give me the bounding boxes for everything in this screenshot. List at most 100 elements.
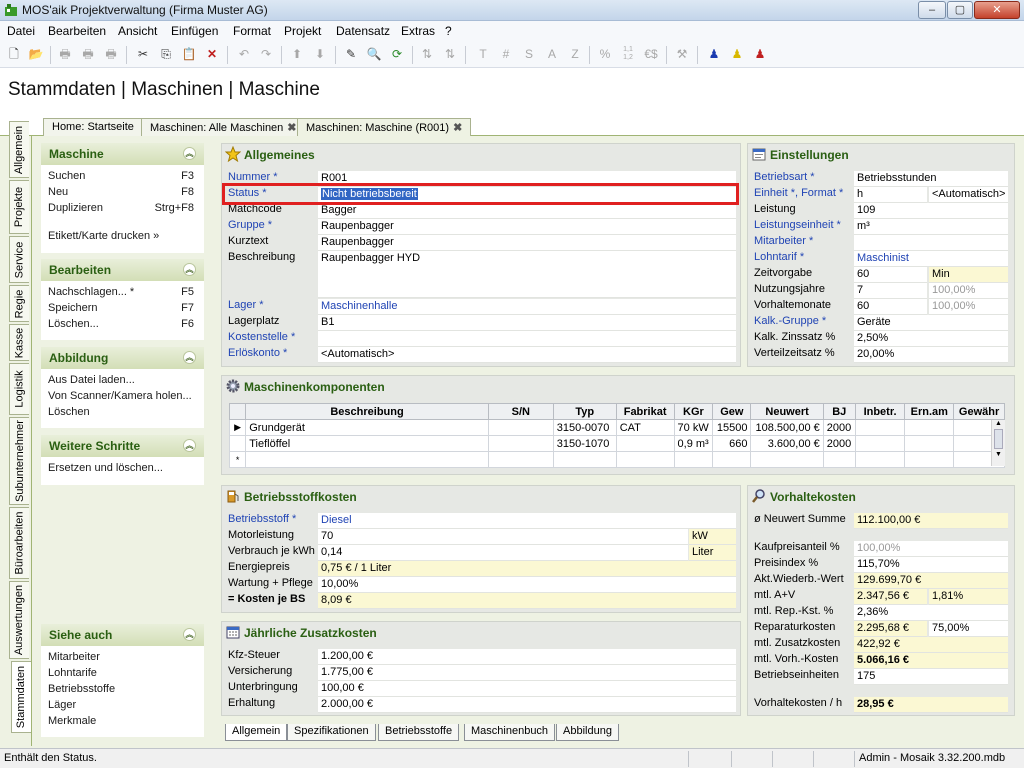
close-button[interactable]: ✕: [974, 1, 1020, 19]
number-format-icon[interactable]: #: [497, 46, 515, 64]
column-header[interactable]: Neuwert: [750, 403, 824, 420]
column-header[interactable]: Gewähr: [953, 403, 1005, 420]
table-cell[interactable]: [750, 451, 824, 468]
tab-all-machines[interactable]: Maschinen: Alle Maschinen ✖: [141, 118, 306, 136]
collapse-icon[interactable]: ︽: [183, 628, 196, 641]
table-cell[interactable]: 108.500,00 €: [750, 419, 824, 436]
column-header[interactable]: Typ: [552, 403, 617, 420]
paste-icon[interactable]: 📋: [180, 46, 198, 64]
nutzungsjahre-field[interactable]: 7: [854, 283, 927, 299]
sidetab-subunternehmer[interactable]: Subunternehmer: [9, 417, 29, 505]
table-cell[interactable]: [904, 451, 955, 468]
edit-icon[interactable]: ✎: [342, 46, 360, 64]
table-cell[interactable]: [904, 435, 955, 452]
minimize-button[interactable]: –: [918, 1, 946, 19]
task-nachschlagen[interactable]: Nachschlagen... * F5: [41, 286, 204, 302]
find-icon[interactable]: 🔍: [365, 46, 383, 64]
row-selector[interactable]: [228, 435, 247, 452]
collapse-icon[interactable]: ︽: [183, 263, 196, 276]
table-cell[interactable]: Grundgerät: [245, 419, 489, 436]
task-neu[interactable]: Neu F8: [41, 186, 204, 202]
menu-ansicht[interactable]: Ansicht: [118, 24, 157, 38]
task-pane-header[interactable]: Abbildung ︽: [41, 347, 204, 369]
table-cell[interactable]: [822, 451, 856, 468]
task-von-scanner-holen[interactable]: Von Scanner/Kamera holen...: [41, 390, 204, 406]
tab-allgemein[interactable]: Allgemein: [225, 724, 288, 741]
sidetab-regie[interactable]: Regie: [9, 285, 29, 322]
tools-icon[interactable]: ⚒: [673, 46, 691, 64]
sidetab-auswertungen[interactable]: Auswertungen: [9, 581, 29, 659]
mitarbeiter-field[interactable]: [854, 235, 1008, 251]
vorhaltemonate-field[interactable]: 60: [854, 299, 927, 315]
undo-icon[interactable]: ↶: [235, 46, 253, 64]
tab-maschinenbuch[interactable]: Maschinenbuch: [464, 724, 556, 741]
open-icon[interactable]: 📂: [27, 46, 45, 64]
kostenstelle-field[interactable]: [318, 331, 736, 347]
tab-machine-r001[interactable]: Maschinen: Maschine (R001) ✖: [297, 118, 472, 137]
sum-format-icon[interactable]: S: [520, 46, 538, 64]
menu-einfuegen[interactable]: Einfügen: [171, 24, 218, 38]
sidetab-stammdaten[interactable]: Stammdaten: [11, 661, 31, 733]
table-cell[interactable]: [854, 419, 906, 436]
format-field[interactable]: <Automatisch>: [929, 187, 1008, 203]
menu-projekt[interactable]: Projekt: [284, 24, 321, 38]
table-cell[interactable]: 3150-1070: [552, 435, 617, 452]
preisindex-field[interactable]: 115,70%: [854, 557, 1008, 573]
table-cell[interactable]: 2000: [822, 435, 856, 452]
kfz-steuer-field[interactable]: 1.200,00 €: [318, 649, 736, 665]
lagerplatz-field[interactable]: B1: [318, 315, 736, 331]
maximize-button[interactable]: ▢: [947, 1, 973, 19]
kalk-gruppe-field[interactable]: Geräte: [854, 315, 1008, 331]
zinssatz-field[interactable]: 2,50%: [854, 331, 1008, 347]
task-pane-header[interactable]: Weitere Schritte ︽: [41, 435, 204, 457]
reparaturkosten-percent[interactable]: 75,00%: [929, 621, 1008, 637]
task-loeschen[interactable]: Löschen... F6: [41, 318, 204, 334]
delete-icon[interactable]: ✕: [203, 46, 221, 64]
currency-format-icon[interactable]: €$: [642, 46, 660, 64]
task-duplizieren[interactable]: Duplizieren Strg+F8: [41, 202, 204, 218]
column-header[interactable]: Fabrikat: [615, 403, 675, 420]
cut-icon[interactable]: ✂: [134, 46, 152, 64]
menu-datensatz[interactable]: Datensatz: [336, 24, 390, 38]
rep-kst-field[interactable]: 2,36%: [854, 605, 1008, 621]
table-cell[interactable]: 660: [712, 435, 752, 452]
table-cell[interactable]: [854, 451, 906, 468]
table-cell[interactable]: 70 kW: [673, 419, 714, 436]
task-etikett-drucken[interactable]: Etikett/Karte drucken »: [41, 230, 204, 246]
table-cell[interactable]: 3.600,00 €: [750, 435, 824, 452]
link-merkmale[interactable]: Merkmale: [41, 715, 204, 731]
table-cell[interactable]: [487, 419, 554, 436]
table-cell[interactable]: [854, 435, 906, 452]
task-ersetzen-loeschen[interactable]: Ersetzen und löschen...: [41, 462, 204, 478]
column-header[interactable]: Gew: [712, 403, 752, 420]
task-aus-datei-laden[interactable]: Aus Datei laden...: [41, 374, 204, 390]
tab-betriebsstoffe[interactable]: Betriebsstoffe: [378, 724, 460, 741]
column-header[interactable]: Beschreibung: [245, 403, 489, 420]
task-pane-header[interactable]: Siehe auch ︽: [41, 624, 204, 646]
table-row[interactable]: Tieflöffel 3150-1070 0,9 m³ 660 3.600,00 €20…: [228, 435, 1005, 452]
kurztext-field[interactable]: Raupenbagger: [318, 235, 736, 251]
table-cell[interactable]: 2000: [822, 419, 856, 436]
move-up-icon[interactable]: ⬆: [288, 46, 306, 64]
motorleistung-field[interactable]: 70: [318, 529, 688, 545]
column-header[interactable]: Ern.am: [904, 403, 955, 420]
sidetab-service[interactable]: Service: [9, 236, 29, 283]
new-icon[interactable]: 🗋: [5, 46, 23, 64]
task-abbildung-loeschen[interactable]: Löschen: [41, 406, 204, 422]
table-cell[interactable]: [487, 435, 554, 452]
column-header[interactable]: BJ: [822, 403, 856, 420]
copy-icon[interactable]: ⎘: [157, 46, 175, 64]
lohntarif-field[interactable]: Maschinist: [854, 251, 1008, 267]
collapse-icon[interactable]: ︽: [183, 351, 196, 364]
refresh-icon[interactable]: ⟳: [388, 46, 406, 64]
matchcode-field[interactable]: Bagger: [318, 203, 736, 219]
redo-icon[interactable]: ↷: [257, 46, 275, 64]
leistungseinheit-field[interactable]: m³: [854, 219, 1008, 235]
table-cell[interactable]: [615, 435, 675, 452]
scrollbar-thumb[interactable]: [994, 429, 1003, 449]
numbering-format-icon[interactable]: 1,1 1,2: [619, 46, 637, 64]
sort-ascending-icon[interactable]: ⇅: [418, 46, 436, 64]
menu-bearbeiten[interactable]: Bearbeiten: [48, 24, 106, 38]
tab-spezifikationen[interactable]: Spezifikationen: [287, 724, 376, 741]
beschreibung-field[interactable]: Raupenbagger HYD: [318, 251, 736, 298]
